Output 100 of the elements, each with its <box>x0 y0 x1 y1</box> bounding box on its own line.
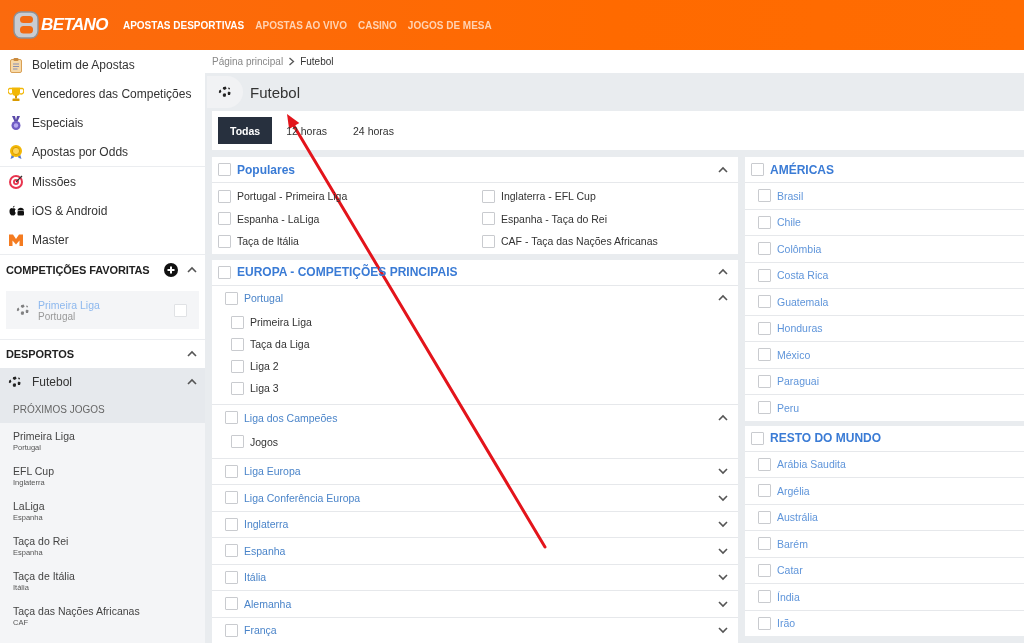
competition-link[interactable]: Taça das Nações Africanas <box>13 604 205 617</box>
time-filter-tab[interactable]: Todas <box>218 117 273 144</box>
checkbox[interactable] <box>225 491 238 505</box>
competition-link[interactable]: Guatemala <box>777 295 829 308</box>
checkbox[interactable] <box>758 590 771 604</box>
checkbox[interactable] <box>225 291 238 305</box>
checkbox[interactable] <box>225 464 238 478</box>
competition-link[interactable]: França <box>244 624 277 637</box>
nav-link[interactable]: APOSTAS DESPORTIVAS <box>122 15 245 35</box>
competition-link[interactable]: EFL Cup <box>13 464 205 477</box>
competition-link[interactable]: Liga Conferência Europa <box>244 491 361 504</box>
checkbox[interactable] <box>218 234 231 248</box>
competition-link[interactable]: Irão <box>777 617 796 630</box>
checkbox[interactable] <box>758 484 771 498</box>
logo-wordmark[interactable]: BETANO <box>41 15 108 35</box>
sidebar-link[interactable]: Master <box>0 225 205 254</box>
group-title[interactable]: Populares <box>237 162 296 177</box>
checkbox[interactable] <box>231 435 244 448</box>
competition-link[interactable]: Austrália <box>777 511 818 524</box>
competition-link[interactable]: Espanha <box>244 544 286 557</box>
competition-link[interactable]: Inglaterra - EFL Cup <box>501 190 596 203</box>
sidebar-link[interactable]: iOS & Android <box>0 196 205 225</box>
checkbox[interactable] <box>225 517 238 531</box>
competition-link[interactable]: Índia <box>777 590 800 603</box>
competition-link[interactable]: Brasil <box>777 189 804 202</box>
checkbox[interactable] <box>225 570 238 584</box>
competition-link[interactable]: LaLiga <box>13 499 205 512</box>
checkbox[interactable] <box>758 401 771 415</box>
checkbox[interactable] <box>225 597 238 611</box>
competition-link[interactable]: Taça de Itália <box>13 569 205 582</box>
chevron-up-icon[interactable] <box>718 268 728 276</box>
league-link[interactable]: Jogos <box>250 435 279 448</box>
group-title[interactable]: AMÉRICAS <box>770 162 834 177</box>
competition-link[interactable]: Colômbia <box>777 242 822 255</box>
sidebar-link[interactable]: Vencedores das Competições <box>0 79 205 108</box>
checkbox[interactable] <box>231 359 244 373</box>
checkbox[interactable] <box>758 348 771 362</box>
checkbox[interactable] <box>758 510 771 524</box>
competition-link[interactable]: Inglaterra <box>244 518 289 531</box>
checkbox[interactable] <box>225 544 238 558</box>
chevron-down-icon[interactable] <box>718 599 728 608</box>
competition-link[interactable]: Espanha - LaLiga <box>237 212 320 225</box>
checkbox[interactable] <box>758 321 771 335</box>
competition-link[interactable]: Arábia Saudita <box>777 458 846 471</box>
competition-link[interactable]: México <box>777 348 811 361</box>
chevron-down-icon[interactable] <box>718 546 728 555</box>
competition-link[interactable]: Liga Europa <box>244 465 301 478</box>
checkbox[interactable] <box>758 215 771 229</box>
competition-link[interactable]: Portugal <box>244 292 284 305</box>
checkbox[interactable] <box>482 189 495 203</box>
chevron-up-icon[interactable] <box>187 378 197 386</box>
competition-link[interactable]: Alemanha <box>244 597 292 610</box>
checkbox[interactable] <box>758 374 771 388</box>
checkbox[interactable] <box>758 242 771 256</box>
breadcrumb-link[interactable]: Página principal <box>212 56 284 67</box>
chevron-down-icon[interactable] <box>718 626 728 635</box>
competition-link[interactable]: Peru <box>777 401 800 414</box>
competition-link[interactable]: Honduras <box>777 322 823 335</box>
checkbox[interactable] <box>231 315 244 329</box>
competition-link[interactable]: CAF - Taça das Nações Africanas <box>501 235 658 248</box>
chevron-down-icon[interactable] <box>718 493 728 502</box>
checkbox[interactable] <box>751 163 764 176</box>
competition-link[interactable]: Liga dos Campeões <box>244 411 338 424</box>
league-link[interactable]: Liga 3 <box>250 382 279 394</box>
checkbox[interactable] <box>482 212 495 226</box>
competition-link[interactable]: Taça do Rei <box>13 534 205 547</box>
league-link[interactable]: Primeira Liga <box>250 316 312 328</box>
chevron-up-icon[interactable] <box>187 350 197 358</box>
checkbox[interactable] <box>758 616 771 630</box>
league-link[interactable]: Taça da Liga <box>250 338 310 350</box>
checkbox[interactable] <box>231 381 244 395</box>
competition-link[interactable]: Catar <box>777 564 803 577</box>
checkbox[interactable] <box>218 212 231 226</box>
checkbox[interactable] <box>225 411 238 425</box>
plus-icon[interactable] <box>164 262 178 277</box>
sidebar-link[interactable]: Especiais <box>0 108 205 137</box>
checkbox[interactable] <box>758 457 771 471</box>
chevron-up-icon[interactable] <box>718 413 728 422</box>
checkbox[interactable] <box>218 265 231 279</box>
chevron-down-icon[interactable] <box>718 573 728 582</box>
competition-link[interactable]: Primeira Liga <box>13 429 205 442</box>
competition-link[interactable]: Chile <box>777 216 801 229</box>
competition-link[interactable]: Taça de Itália <box>237 235 299 248</box>
sidebar-link[interactable]: Missões <box>0 167 205 196</box>
checkbox[interactable] <box>758 295 771 309</box>
checkbox[interactable] <box>231 337 244 351</box>
checkbox[interactable] <box>174 303 187 317</box>
group-title[interactable]: RESTO DO MUNDO <box>770 431 882 445</box>
sidebar-link[interactable]: Boletim de Apostas <box>0 50 205 79</box>
checkbox[interactable] <box>758 537 771 551</box>
checkbox[interactable] <box>218 189 231 203</box>
competition-link[interactable]: Paraguai <box>777 375 820 388</box>
competition-link[interactable]: Itália <box>244 571 267 584</box>
checkbox[interactable] <box>482 234 495 248</box>
checkbox[interactable] <box>225 623 238 637</box>
chevron-down-icon[interactable] <box>718 520 728 529</box>
checkbox[interactable] <box>758 268 771 282</box>
chevron-up-icon[interactable] <box>718 165 728 174</box>
competition-link[interactable]: Costa Rica <box>777 269 829 282</box>
chevron-up-icon[interactable] <box>187 265 197 274</box>
